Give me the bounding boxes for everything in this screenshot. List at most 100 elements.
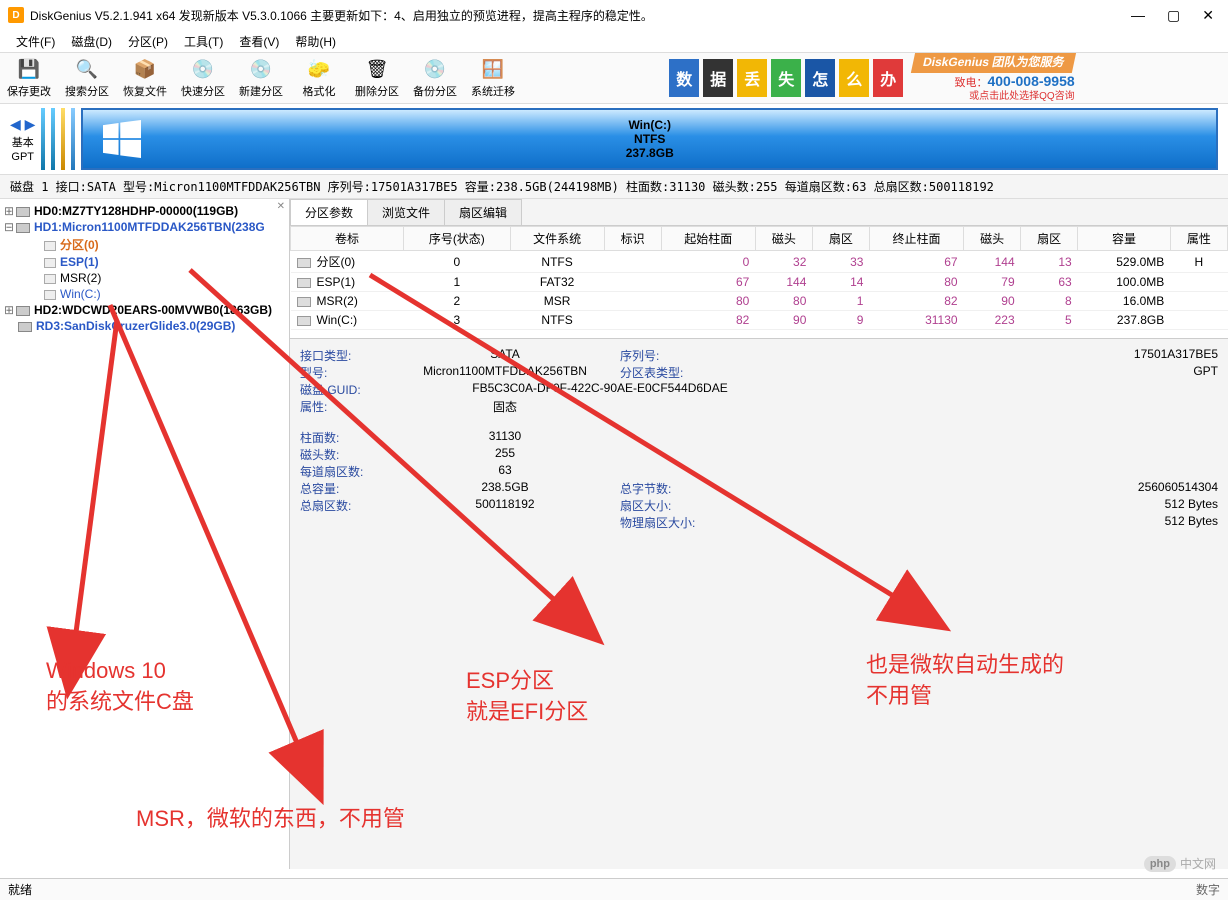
- tool-search-label: 搜索分区: [65, 83, 109, 99]
- v-iface: SATA: [390, 347, 620, 364]
- maximize-button[interactable]: ▢: [1167, 7, 1180, 24]
- k-serial: 序列号:: [620, 347, 720, 364]
- th-label[interactable]: 卷标: [291, 227, 404, 251]
- th-attr[interactable]: 属性: [1170, 227, 1227, 251]
- hdd-icon: [16, 223, 30, 233]
- banner-char: 数: [669, 59, 699, 97]
- th-flag[interactable]: 标识: [604, 227, 661, 251]
- th-seq[interactable]: 序号(状态): [404, 227, 510, 251]
- partition-icon: [44, 290, 56, 300]
- partition-stripe[interactable]: [71, 108, 75, 170]
- k-totsec: 总扇区数:: [300, 497, 390, 514]
- k-guid: 磁盘 GUID:: [300, 381, 390, 398]
- v-spt: 63: [390, 463, 620, 480]
- table-row[interactable]: MSR(2)2MSR808018290816.0MB: [291, 292, 1228, 311]
- banner-char: 怎: [805, 59, 835, 97]
- tool-deletepart[interactable]: 🗑删除分区: [348, 57, 406, 99]
- collapse-icon[interactable]: ⊟: [4, 220, 14, 234]
- tool-migrate[interactable]: 🪟 系统迁移: [464, 57, 522, 99]
- blank: [300, 514, 390, 531]
- menu-tools[interactable]: 工具(T): [178, 31, 229, 52]
- v-bytes: 256060514304: [720, 480, 1218, 497]
- tree-msr[interactable]: MSR(2): [60, 271, 101, 285]
- th-fs[interactable]: 文件系统: [510, 227, 604, 251]
- partition-table[interactable]: 卷标 序号(状态) 文件系统 标识 起始柱面 磁头 扇区 终止柱面 磁头 扇区 …: [290, 226, 1228, 330]
- nav-prev-next-icon[interactable]: ◀ ▶: [10, 116, 35, 133]
- tree-part0[interactable]: 分区(0): [60, 238, 99, 252]
- menu-help[interactable]: 帮助(H): [289, 31, 342, 52]
- th-cap[interactable]: 容量: [1078, 227, 1171, 251]
- v-pttype: GPT: [720, 364, 1218, 381]
- tool-recover[interactable]: 📦恢复文件: [116, 57, 174, 99]
- minimize-button[interactable]: —: [1131, 7, 1145, 24]
- tool-backup[interactable]: 💿备份分区: [406, 57, 464, 99]
- v-guid: FB5C3C0A-DF0F-422C-90AE-E0CF544D6DAE: [390, 381, 810, 398]
- tree-hd0[interactable]: HD0:MZ7TY128HDHP-00000(119GB): [34, 204, 238, 218]
- th-sc[interactable]: 起始柱面: [661, 227, 755, 251]
- menu-disk[interactable]: 磁盘(D): [65, 31, 118, 52]
- k-model: 型号:: [300, 364, 390, 381]
- menu-partition[interactable]: 分区(P): [122, 31, 174, 52]
- tree-hd1[interactable]: HD1:Micron1100MTFDDAK256TBN(238G: [34, 220, 265, 234]
- tab-browse-files[interactable]: 浏览文件: [367, 199, 445, 225]
- table-row[interactable]: 分区(0)0NTFS032336714413529.0MBH: [291, 251, 1228, 273]
- disk-tree[interactable]: ✕ ⊞ HD0:MZ7TY128HDHP-00000(119GB) ⊟ HD1:Mi…: [0, 199, 290, 869]
- k-iface: 接口类型:: [300, 347, 390, 364]
- expand-icon[interactable]: ⊞: [4, 303, 14, 317]
- tab-sector-edit[interactable]: 扇区编辑: [444, 199, 522, 225]
- tree-winc[interactable]: Win(C:): [60, 287, 101, 301]
- th-eh[interactable]: 磁头: [964, 227, 1021, 251]
- tool-newpart[interactable]: 💿新建分区: [232, 57, 290, 99]
- expand-icon[interactable]: ⊞: [4, 204, 14, 218]
- tool-migrate-label: 系统迁移: [471, 83, 515, 99]
- menu-file[interactable]: 文件(F): [10, 31, 61, 52]
- tab-partition-params[interactable]: 分区参数: [290, 199, 368, 225]
- nav-basic-label: 基本: [12, 134, 34, 150]
- tool-recover-label: 恢复文件: [123, 83, 167, 99]
- window-title: DiskGenius V5.2.1.941 x64 发现新版本 V5.3.0.1…: [30, 7, 653, 24]
- tree-hd2[interactable]: HD2:WDCWD20EARS-00MVWB0(1863GB): [34, 303, 272, 317]
- menu-view[interactable]: 查看(V): [233, 31, 285, 52]
- annotation-space: [290, 539, 1228, 869]
- tool-quickpart[interactable]: 💿快速分区: [174, 57, 232, 99]
- search-icon: 🔍: [75, 57, 99, 81]
- close-button[interactable]: ✕: [1202, 7, 1214, 24]
- app-logo-icon: D: [8, 7, 24, 23]
- status-numlock: 数字: [1196, 881, 1220, 898]
- th-sh[interactable]: 磁头: [755, 227, 812, 251]
- th-ec[interactable]: 终止柱面: [869, 227, 963, 251]
- th-es[interactable]: 扇区: [1021, 227, 1078, 251]
- partition-icon: [297, 278, 311, 288]
- partition-stripe[interactable]: [51, 108, 55, 170]
- quickpart-icon: 💿: [191, 57, 215, 81]
- table-row[interactable]: Win(C:)3NTFS82909311302235237.8GB: [291, 311, 1228, 330]
- table-row[interactable]: ESP(1)1FAT326714414807963100.0MB: [291, 273, 1228, 292]
- partition-icon: [44, 241, 56, 251]
- partition-stripe[interactable]: [41, 108, 45, 170]
- banner-char: 失: [771, 59, 801, 97]
- hdd-icon: [18, 322, 32, 332]
- disk-nav: ◀ ▶ 基本 GPT: [10, 116, 35, 163]
- k-secsz: 扇区大小:: [620, 497, 720, 514]
- th-ss[interactable]: 扇区: [812, 227, 869, 251]
- tree-close-icon[interactable]: ✕: [277, 201, 285, 212]
- nav-gpt-label: GPT: [11, 151, 34, 163]
- delete-icon: 🗑: [365, 57, 389, 81]
- format-icon: 🧽: [307, 57, 331, 81]
- partition-win-c[interactable]: Win(C:) NTFS 237.8GB: [81, 108, 1218, 170]
- tool-save-label: 保存更改: [7, 83, 51, 99]
- migrate-icon: 🪟: [481, 57, 505, 81]
- tool-save[interactable]: 💾保存更改: [0, 57, 58, 99]
- banner-char: 么: [839, 59, 869, 97]
- v-attr: 固态: [390, 398, 620, 415]
- tree-esp[interactable]: ESP(1): [60, 255, 99, 269]
- k-totcap: 总容量:: [300, 480, 390, 497]
- right-pane: 分区参数 浏览文件 扇区编辑 卷标 序号(状态) 文件系统 标识 起始柱面 磁头…: [290, 199, 1228, 869]
- banner-contact[interactable]: DiskGenius 团队为您服务 致电：400-008-9958 或点击此处选…: [907, 53, 1080, 104]
- v-secsz: 512 Bytes: [720, 497, 1218, 514]
- tree-rd3[interactable]: RD3:SanDiskCruzerGlide3.0(29GB): [36, 319, 235, 333]
- tool-format[interactable]: 🧽格式化: [290, 57, 348, 99]
- tool-search[interactable]: 🔍 搜索分区: [58, 57, 116, 99]
- blank: [390, 514, 620, 531]
- partition-stripe[interactable]: [61, 108, 65, 170]
